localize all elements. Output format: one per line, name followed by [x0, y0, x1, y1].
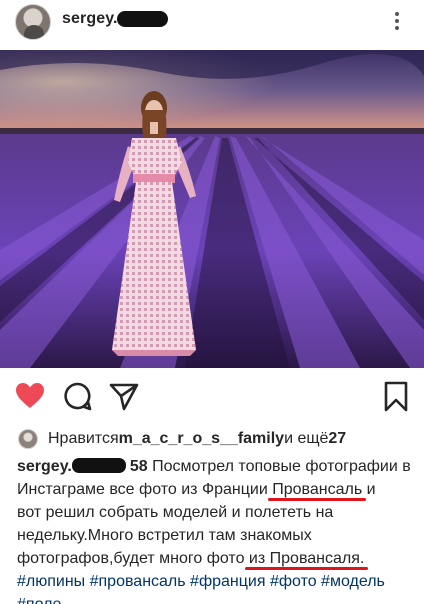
caption-text-line-4: недельку.Много встретил там знакомых — [17, 527, 312, 544]
caption-text-line-2c: и — [362, 481, 376, 498]
send-icon[interactable] — [108, 380, 140, 412]
underlined-from-provence: из Провансаля. — [248, 550, 365, 567]
caption-username[interactable]: sergey. 58 — [17, 458, 148, 475]
lavender-field-image — [0, 50, 424, 368]
underlined-provence: Провансаль — [272, 481, 363, 498]
likes-summary[interactable]: Нравится m_a_c_r_o_s__family и ещё 27 — [18, 426, 346, 452]
likes-prefix: Нравится — [48, 430, 119, 447]
caption-text-line-3: вот решил собрать моделей и полететь на — [17, 504, 334, 521]
hashtags-line-1[interactable]: #люпины #провансаль #франция #фото #моде… — [17, 570, 417, 593]
caption-text-line-5a: фотографов,будет много фото — [17, 550, 249, 567]
post-photo[interactable] — [0, 50, 424, 368]
post-caption: sergey. 58 Посмотрел топовые фотографии в… — [17, 455, 417, 604]
more-vertical-icon[interactable] — [390, 9, 404, 33]
avatar[interactable] — [15, 4, 51, 40]
action-bar — [0, 368, 424, 424]
hashtags-line-2[interactable]: #поле — [17, 593, 417, 604]
redaction-mark — [117, 11, 168, 27]
likes-count[interactable]: 27 — [328, 430, 346, 448]
heart-filled-icon[interactable] — [14, 380, 46, 412]
post-header: sergey. — [0, 0, 424, 50]
caption-text-line-2a: Инстаграме все фото из Франции — [17, 481, 273, 498]
liker-username[interactable]: m_a_c_r_o_s__family — [119, 430, 284, 448]
caption-username-tail: 58 — [129, 458, 148, 475]
comment-icon[interactable] — [62, 380, 94, 412]
caption-text-line-1: Посмотрел топовые фотографии в — [147, 458, 411, 475]
bookmark-icon[interactable] — [380, 380, 412, 412]
redaction-mark — [71, 458, 126, 473]
post-username[interactable]: sergey. — [62, 10, 118, 28]
likes-suffix: и ещё — [284, 430, 329, 447]
liker-avatar — [18, 429, 38, 449]
